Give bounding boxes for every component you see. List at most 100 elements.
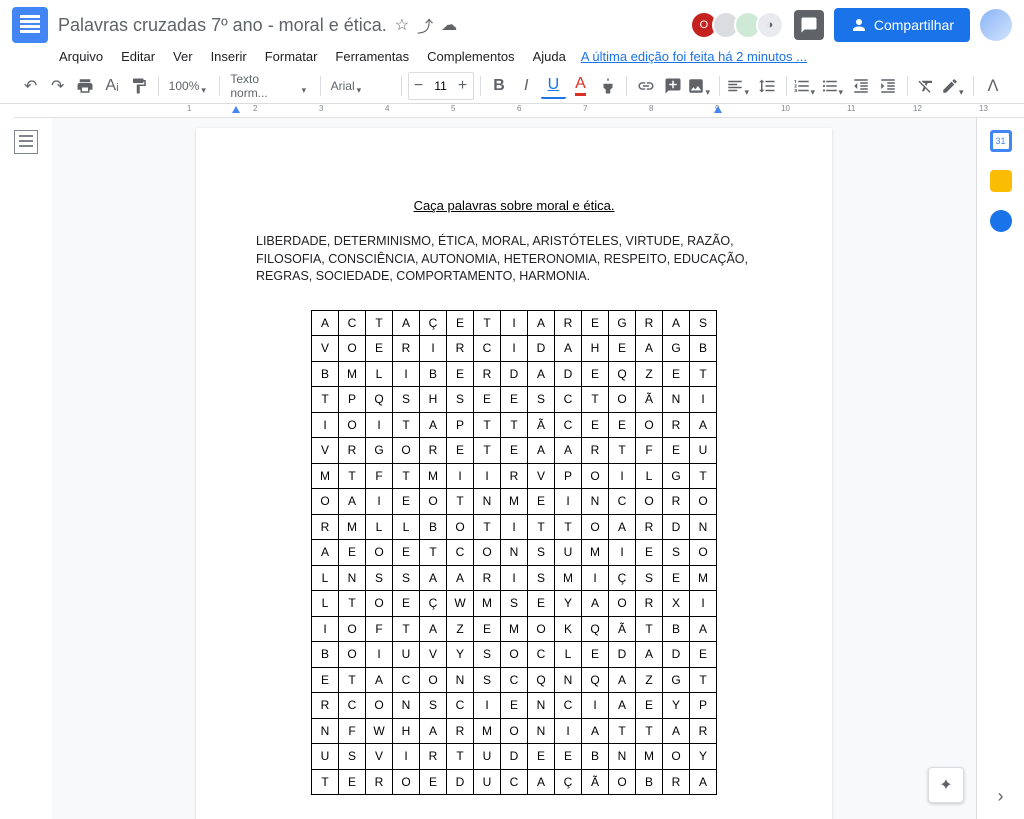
grid-cell[interactable]: G [609, 310, 636, 336]
grid-cell[interactable]: I [366, 489, 393, 515]
document-heading[interactable]: Caça palavras sobre moral e ética. [256, 198, 772, 213]
grid-cell[interactable]: M [690, 565, 717, 591]
grid-cell[interactable]: M [636, 744, 663, 770]
grid-cell[interactable]: T [393, 412, 420, 438]
grid-cell[interactable]: Ã [609, 616, 636, 642]
grid-cell[interactable]: V [420, 642, 447, 668]
grid-cell[interactable]: O [339, 616, 366, 642]
grid-cell[interactable]: R [474, 361, 501, 387]
grid-cell[interactable]: E [663, 565, 690, 591]
star-icon[interactable]: ☆ [395, 15, 409, 35]
grid-cell[interactable]: I [582, 693, 609, 719]
keep-app-icon[interactable] [990, 170, 1012, 192]
grid-cell[interactable]: T [366, 310, 393, 336]
grid-cell[interactable]: C [555, 693, 582, 719]
grid-cell[interactable]: O [690, 540, 717, 566]
grid-cell[interactable]: N [663, 387, 690, 413]
grid-cell[interactable]: A [555, 336, 582, 362]
grid-cell[interactable]: Q [528, 667, 555, 693]
paint-format-button[interactable] [127, 73, 152, 99]
grid-cell[interactable]: V [528, 463, 555, 489]
grid-cell[interactable]: N [555, 667, 582, 693]
grid-cell[interactable]: B [636, 769, 663, 795]
grid-cell[interactable]: Ã [528, 412, 555, 438]
menu-ferramentas[interactable]: Ferramentas [328, 47, 416, 66]
page[interactable]: Caça palavras sobre moral e ética. LIBER… [196, 128, 832, 819]
grid-cell[interactable]: A [528, 310, 555, 336]
grid-cell[interactable]: L [366, 514, 393, 540]
grid-cell[interactable]: O [366, 591, 393, 617]
grid-cell[interactable]: E [555, 744, 582, 770]
grid-cell[interactable]: M [474, 591, 501, 617]
grid-cell[interactable]: E [393, 489, 420, 515]
spellcheck-button[interactable]: Aᵢ [99, 73, 124, 99]
share-button[interactable]: Compartilhar [834, 8, 970, 42]
grid-cell[interactable]: A [663, 718, 690, 744]
grid-cell[interactable]: E [582, 310, 609, 336]
last-edit-link[interactable]: A última edição foi feita há 2 minutos .… [581, 49, 807, 64]
insert-comment-button[interactable] [660, 73, 685, 99]
grid-cell[interactable]: Y [447, 642, 474, 668]
grid-cell[interactable]: A [420, 412, 447, 438]
grid-cell[interactable]: Ã [582, 769, 609, 795]
grid-cell[interactable]: G [663, 463, 690, 489]
grid-cell[interactable]: O [609, 591, 636, 617]
grid-cell[interactable]: D [501, 744, 528, 770]
calendar-app-icon[interactable] [990, 130, 1012, 152]
word-search-grid[interactable]: ACTAÇETIAREGRASVOERIRCIDAHEAGBBMLIBERDAD… [311, 310, 717, 796]
grid-cell[interactable]: N [339, 565, 366, 591]
grid-cell[interactable]: O [501, 642, 528, 668]
grid-cell[interactable]: I [447, 463, 474, 489]
grid-cell[interactable]: A [312, 310, 339, 336]
grid-cell[interactable]: R [312, 693, 339, 719]
grid-cell[interactable]: T [636, 616, 663, 642]
grid-cell[interactable]: R [582, 438, 609, 464]
grid-cell[interactable]: T [474, 514, 501, 540]
grid-cell[interactable]: P [690, 693, 717, 719]
grid-cell[interactable]: I [609, 540, 636, 566]
redo-button[interactable]: ↷ [45, 73, 70, 99]
undo-button[interactable]: ↶ [18, 73, 43, 99]
grid-cell[interactable]: S [636, 565, 663, 591]
grid-cell[interactable]: F [366, 463, 393, 489]
grid-cell[interactable]: Q [366, 387, 393, 413]
grid-cell[interactable]: B [690, 336, 717, 362]
grid-cell[interactable]: S [393, 387, 420, 413]
grid-cell[interactable]: K [555, 616, 582, 642]
grid-cell[interactable]: M [501, 489, 528, 515]
insert-image-button[interactable] [687, 73, 713, 99]
grid-cell[interactable]: S [339, 744, 366, 770]
underline-button[interactable]: U [541, 73, 566, 99]
grid-cell[interactable]: A [690, 616, 717, 642]
grid-cell[interactable]: R [663, 489, 690, 515]
explore-button[interactable]: ✦ [928, 767, 964, 803]
grid-cell[interactable]: S [501, 591, 528, 617]
grid-cell[interactable]: C [501, 667, 528, 693]
zoom-select[interactable]: 100% [165, 75, 214, 97]
grid-cell[interactable]: N [474, 489, 501, 515]
grid-cell[interactable]: C [393, 667, 420, 693]
docs-logo-icon[interactable] [12, 7, 48, 43]
grid-cell[interactable]: E [447, 438, 474, 464]
grid-cell[interactable]: T [528, 514, 555, 540]
collapse-toolbar-button[interactable]: ᐱ [980, 73, 1006, 99]
grid-cell[interactable]: A [663, 310, 690, 336]
grid-cell[interactable]: C [447, 540, 474, 566]
grid-cell[interactable]: R [663, 769, 690, 795]
grid-cell[interactable]: A [609, 514, 636, 540]
grid-cell[interactable]: B [420, 514, 447, 540]
grid-cell[interactable]: T [474, 438, 501, 464]
grid-cell[interactable]: T [312, 387, 339, 413]
grid-cell[interactable]: Ç [609, 565, 636, 591]
grid-cell[interactable]: A [339, 489, 366, 515]
grid-cell[interactable]: N [528, 718, 555, 744]
grid-cell[interactable]: I [690, 387, 717, 413]
increase-font-button[interactable]: + [453, 73, 473, 99]
grid-cell[interactable]: R [690, 718, 717, 744]
grid-cell[interactable]: S [420, 693, 447, 719]
text-color-button[interactable]: A [568, 73, 593, 99]
grid-cell[interactable]: E [663, 361, 690, 387]
grid-cell[interactable]: I [501, 514, 528, 540]
grid-cell[interactable]: A [528, 438, 555, 464]
grid-cell[interactable]: D [447, 769, 474, 795]
